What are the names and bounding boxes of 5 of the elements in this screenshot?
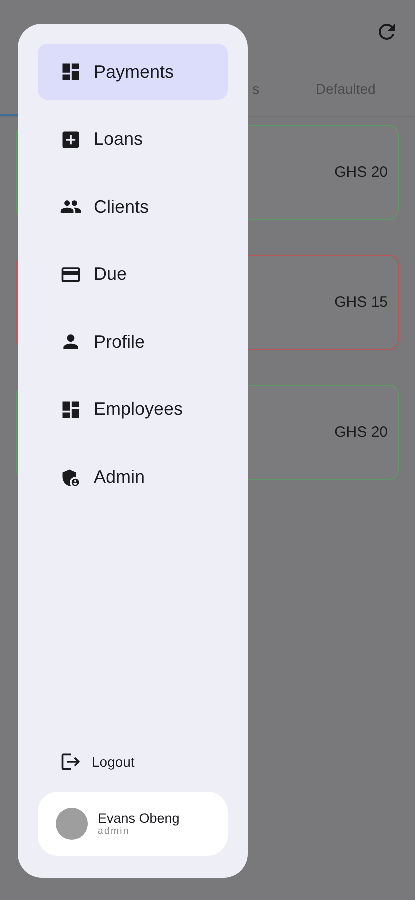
amount-text: GHS 20 <box>334 164 388 181</box>
user-name: Evans Obeng <box>98 811 180 826</box>
amount-text: GHS 20 <box>334 424 388 441</box>
amount-text: GHS 15 <box>334 294 388 311</box>
user-role: admin <box>98 826 131 837</box>
